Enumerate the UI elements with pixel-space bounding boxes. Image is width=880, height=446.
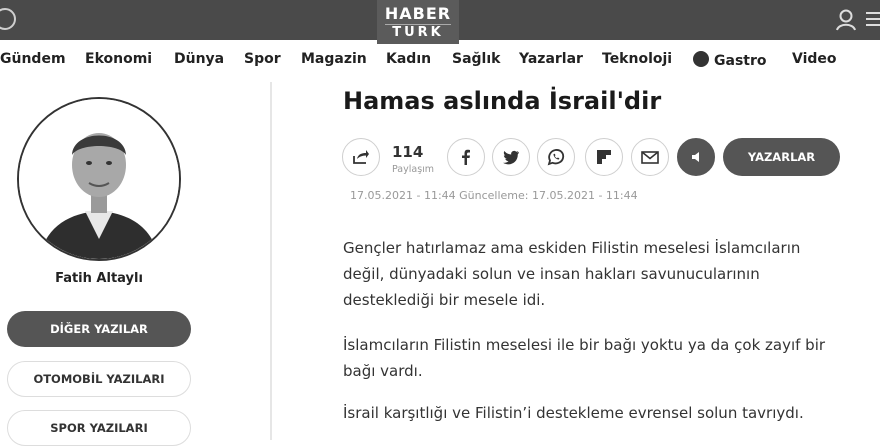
nav-yazarlar[interactable]: Yazarlar <box>519 51 583 67</box>
nav-ekonomi[interactable]: Ekonomi <box>85 51 152 67</box>
gastro-icon <box>693 51 709 67</box>
nav-dunya[interactable]: Dünya <box>174 51 224 67</box>
share-button[interactable] <box>342 138 380 176</box>
article-paragraph: İsrail karşıtlığı ve Filistin’i destekle… <box>343 404 804 422</box>
menu-icon[interactable] <box>866 12 880 28</box>
article-paragraph: İslamcıların Filistin meselesi ile bir b… <box>343 336 826 380</box>
site-logo[interactable]: HABER TURK <box>377 0 459 44</box>
email-share-button[interactable] <box>631 138 669 176</box>
listen-button[interactable] <box>677 138 715 176</box>
authors-button[interactable]: YAZARLAR <box>723 138 840 176</box>
user-icon[interactable] <box>836 9 856 31</box>
nav-saglik[interactable]: Sağlık <box>452 51 500 67</box>
flipboard-share-button[interactable] <box>585 138 623 176</box>
nav-spor[interactable]: Spor <box>244 51 281 67</box>
article-paragraph: Gençler hatırlamaz ama eskiden Filistin … <box>343 239 801 309</box>
share-icon <box>353 150 369 164</box>
sports-articles-button[interactable]: SPOR YAZILARI <box>7 410 191 446</box>
article-title: Hamas aslında İsrail'dir <box>343 87 662 115</box>
nav-kadin[interactable]: Kadın <box>386 51 431 67</box>
twitter-icon <box>503 150 519 164</box>
nav-gastro-label: Gastro <box>714 53 767 69</box>
facebook-icon <box>462 149 470 165</box>
article-dates: 17.05.2021 - 11:44 Güncelleme: 17.05.202… <box>350 189 638 202</box>
twitter-share-button[interactable] <box>492 138 530 176</box>
other-articles-button[interactable]: DİĞER YAZILAR <box>7 311 191 347</box>
logo-line-2: TURK <box>385 24 451 40</box>
speaker-icon <box>692 152 699 162</box>
flipboard-icon <box>597 150 611 164</box>
site-badge-icon[interactable] <box>0 8 16 30</box>
author-name[interactable]: Fatih Altaylı <box>0 271 198 286</box>
email-icon <box>641 150 659 164</box>
top-bar: HABER TURK <box>0 0 880 44</box>
whatsapp-share-button[interactable] <box>537 138 575 176</box>
author-photo <box>19 99 179 259</box>
share-count: 114 <box>392 143 424 161</box>
main-nav: Gündem Ekonomi Dünya Spor Magazin Kadın … <box>0 44 880 76</box>
author-avatar[interactable] <box>17 97 181 261</box>
nav-gastro[interactable]: Gastro <box>693 51 767 69</box>
nav-gundem[interactable]: Gündem <box>0 51 66 67</box>
sidebar-divider <box>270 82 272 440</box>
share-label: Paylaşım <box>392 164 435 175</box>
nav-teknoloji[interactable]: Teknoloji <box>602 51 672 67</box>
nav-magazin[interactable]: Magazin <box>301 51 367 67</box>
logo-line-1: HABER <box>384 4 452 23</box>
automobile-articles-button[interactable]: OTOMOBİL YAZILARI <box>7 361 191 397</box>
facebook-share-button[interactable] <box>447 138 485 176</box>
nav-video[interactable]: Video <box>792 51 837 67</box>
whatsapp-icon <box>547 149 565 166</box>
